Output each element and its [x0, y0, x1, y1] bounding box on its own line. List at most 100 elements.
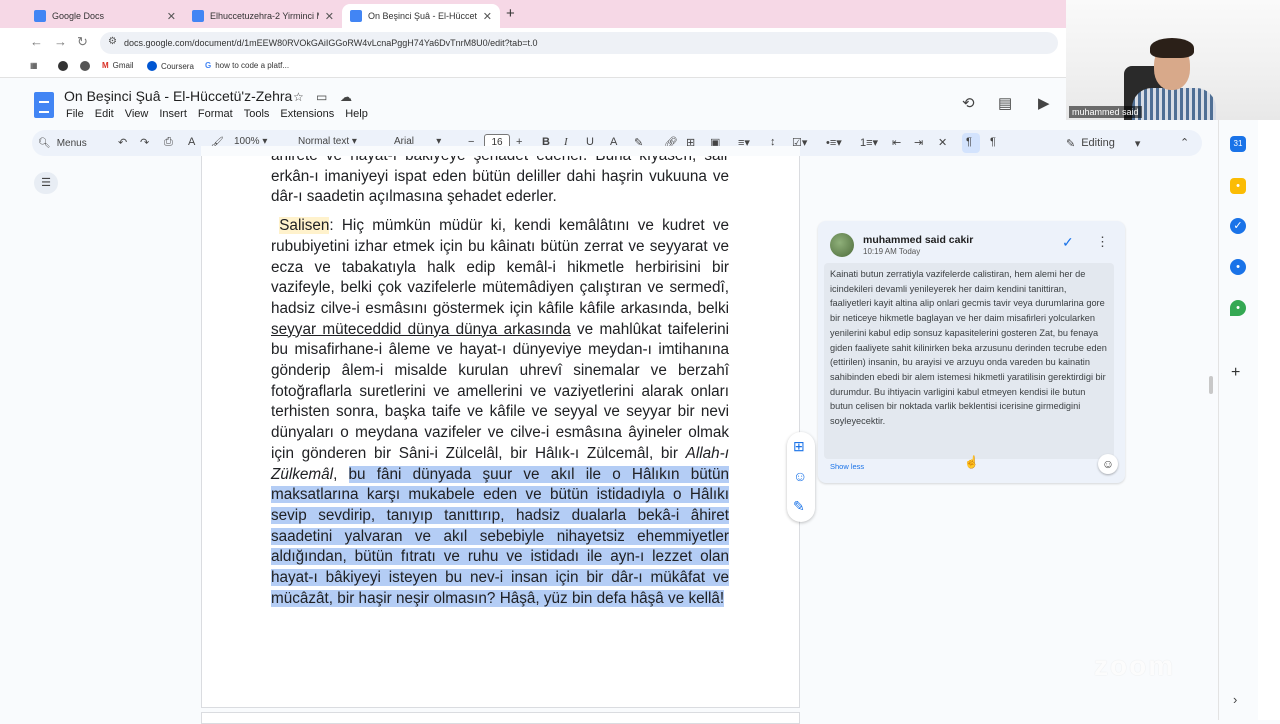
forward-icon[interactable]: → [54, 34, 67, 49]
coursera-icon [147, 61, 157, 71]
menu-file[interactable]: File [66, 108, 84, 120]
browser-tab[interactable]: Google Docs ✕ [26, 4, 184, 28]
move-folder-icon[interactable]: ▭ [316, 90, 327, 104]
menu-bar: File Edit View Insert Format Tools Exten… [66, 108, 368, 120]
docs-favicon-icon [350, 10, 362, 22]
menu-tools[interactable]: Tools [244, 108, 270, 120]
increase-indent-icon[interactable]: ⇥ [914, 136, 923, 149]
bookmark-icon [58, 61, 68, 71]
ltr-pilcrow-icon[interactable]: ¶ [990, 136, 996, 148]
maps-icon[interactable]: • [1230, 300, 1246, 316]
side-panel-rail: 31 • ✓ • • + › [1209, 120, 1258, 720]
browser-tab-strip: Google Docs ✕ Elhuccetuzehra-2 Yirminci … [0, 0, 1066, 28]
contacts-icon[interactable]: • [1230, 259, 1246, 275]
github-icon [80, 61, 90, 71]
print-icon[interactable]: ⎙ [164, 136, 173, 149]
version-history-icon[interactable]: ⟲ [962, 94, 975, 112]
spellcheck-icon[interactable]: A [188, 136, 195, 148]
bookmark-item[interactable] [80, 61, 90, 71]
chevron-right-icon[interactable]: › [1233, 692, 1237, 707]
pencil-icon: ✎ [1066, 137, 1076, 150]
numbered-list-icon[interactable]: 1≡▾ [860, 136, 878, 149]
menu-view[interactable]: View [125, 108, 149, 120]
bookmark-label: Gmail [112, 61, 134, 70]
bookmark-item[interactable] [58, 61, 68, 71]
emoji-reaction-icon[interactable]: ☺ [793, 468, 807, 484]
menus-label: Menus [56, 137, 87, 149]
close-icon[interactable]: ✕ [483, 10, 492, 23]
chevron-down-icon: ▾ [1134, 137, 1141, 150]
document-title[interactable]: On Beşinci Şuâ - El-Hüccetü'z-Zehra [64, 88, 292, 104]
underlined-text: seyyar müteceddid dünya dünya arkasında [271, 320, 571, 338]
comment-author: muhammed said cakir [863, 234, 974, 246]
google-icon: G [205, 61, 212, 70]
menus-search[interactable]: 🔍︎ Menus [38, 133, 87, 153]
document-body[interactable]: âhirete ve hayat-ı bâkiyeye şehadet eder… [271, 146, 730, 617]
video-person-hair [1150, 38, 1194, 58]
cloud-saved-icon[interactable]: ☁ [340, 90, 352, 104]
paragraph: Salisen: Hiç mümkün müdür ki, kendi kemâ… [271, 216, 730, 609]
new-tab-icon[interactable]: + [506, 5, 515, 22]
bookmark-coursera[interactable]: Coursera [147, 61, 194, 71]
rtl-pilcrow-icon[interactable]: ¶ [966, 136, 972, 148]
zoom-watermark: zoom [1094, 650, 1176, 681]
bulleted-list-icon[interactable]: •≡▾ [826, 136, 842, 149]
video-person-body [1132, 88, 1216, 120]
menu-edit[interactable]: Edit [95, 108, 114, 120]
back-icon[interactable]: ← [30, 34, 43, 49]
add-addon-icon[interactable]: + [1231, 364, 1240, 382]
reload-icon[interactable]: ↻ [77, 34, 88, 50]
resolve-check-icon[interactable]: ✓ [1062, 234, 1074, 251]
tasks-icon[interactable]: ✓ [1230, 218, 1246, 234]
bookmark-gmail[interactable]: M Gmail [102, 61, 134, 70]
tab-title: Elhuccetuzehra-2 Yirminci Mekt [210, 11, 319, 21]
decrease-indent-icon[interactable]: ⇤ [892, 136, 901, 149]
edge-strip [1258, 120, 1280, 720]
document-outline-icon[interactable]: ☰ [34, 172, 58, 194]
tab-title: Google Docs [52, 11, 105, 21]
url-text: docs.google.com/document/d/1mEEW80RVOkGA… [124, 38, 538, 48]
editing-label: Editing [1081, 137, 1115, 149]
browser-tab-active[interactable]: On Beşinci Şuâ - El-Hüccetü'z-Z ✕ [342, 4, 500, 28]
docs-favicon-icon [192, 10, 204, 22]
scrollbar[interactable] [1209, 376, 1213, 394]
close-icon[interactable]: ✕ [325, 10, 334, 23]
chevron-up-icon[interactable]: ⌃ [1180, 136, 1189, 149]
add-comment-icon[interactable]: ⊞ [793, 438, 805, 455]
undo-icon[interactable]: ↶ [118, 136, 127, 149]
show-less-link[interactable]: Show less [830, 462, 864, 471]
keep-icon[interactable]: • [1230, 178, 1246, 194]
hand-cursor-icon: ☝ [964, 455, 979, 469]
star-icon[interactable]: ☆ [293, 90, 304, 104]
search-icon: 🔍︎ [38, 137, 51, 149]
editing-mode-select[interactable]: ✎ Editing ▾ [1054, 133, 1158, 153]
apps-icon[interactable]: ▦ [30, 61, 38, 70]
calendar-icon[interactable]: 31 [1230, 136, 1246, 152]
comments-icon[interactable]: ▤ [998, 94, 1012, 112]
gmail-icon: M [102, 61, 109, 70]
more-options-icon[interactable]: ⋮ [1096, 234, 1109, 250]
highlighted-label: Salisen [279, 217, 330, 235]
add-reaction-icon[interactable]: ☺ [1098, 454, 1118, 474]
close-icon[interactable]: ✕ [167, 10, 176, 23]
site-info-icon[interactable]: ⚙ [108, 36, 117, 47]
video-tile: muhammed said [1066, 0, 1280, 120]
docs-logo-icon[interactable] [34, 92, 54, 118]
comment-card[interactable]: muhammed said cakir 10:19 AM Today ✓ ⋮ K… [818, 221, 1125, 483]
participant-name: muhammed said [1069, 106, 1142, 118]
suggest-edit-icon[interactable]: ✎ [793, 498, 805, 515]
meet-icon[interactable]: ▶ [1038, 94, 1050, 112]
url-bar[interactable]: docs.google.com/document/d/1mEEW80RVOkGA… [100, 32, 1058, 54]
menu-extensions[interactable]: Extensions [280, 108, 334, 120]
menu-insert[interactable]: Insert [159, 108, 187, 120]
browser-tab[interactable]: Elhuccetuzehra-2 Yirminci Mekt ✕ [184, 4, 342, 28]
clear-formatting-icon[interactable]: ✕ [938, 136, 947, 149]
redo-icon[interactable]: ↷ [140, 136, 149, 149]
bookmark-google[interactable]: Ghow to code a platf... [205, 61, 289, 70]
menu-format[interactable]: Format [198, 108, 233, 120]
avatar [830, 233, 854, 257]
paragraph-text: : Hiç mümkün müdür ki, kendi kemâlâtını … [271, 217, 730, 317]
comment-text: Kainati butun zerratiyla vazifelerde cal… [824, 263, 1114, 459]
tab-title: On Beşinci Şuâ - El-Hüccetü'z-Z [368, 11, 477, 21]
menu-help[interactable]: Help [345, 108, 368, 120]
